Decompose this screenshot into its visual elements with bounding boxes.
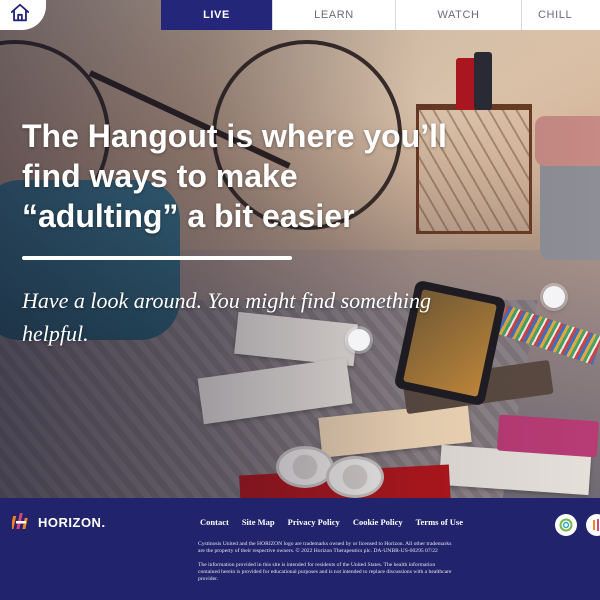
horizon-logo[interactable]: HORIZON. [12,512,106,532]
footer-link-contact[interactable]: Contact [200,517,229,527]
legal-trademark-text: Cystinosis United and the HORIZON logo a… [198,541,452,554]
horizon-mark-icon [593,519,599,531]
hotspot-button[interactable] [543,286,565,308]
tab-chill[interactable]: CHILL [522,0,600,30]
footer-link-privacy-policy[interactable]: Privacy Policy [288,517,340,527]
tab-live[interactable]: LIVE [161,0,273,30]
cystinosis-united-badge[interactable] [555,514,577,536]
hero-image [0,0,600,498]
ring-icon [559,518,573,532]
hotspot-button[interactable] [348,329,370,351]
home-icon [10,3,30,22]
hero-overlay [0,0,600,498]
main-nav: LIVE LEARN WATCH CHILL [161,0,600,30]
footer-link-site-map[interactable]: Site Map [242,517,275,527]
hero-divider [22,256,292,260]
footer: HORIZON. Contact Site Map Privacy Policy… [0,498,600,600]
tab-learn[interactable]: LEARN [273,0,396,30]
horizon-logo-icon [12,513,28,529]
horizon-badge[interactable] [586,514,600,536]
hero-headline: The Hangout is where you’ll find ways to… [22,118,447,234]
footer-link-cookie-policy[interactable]: Cookie Policy [353,517,403,527]
tab-watch[interactable]: WATCH [396,0,522,30]
footer-links: Contact Site Map Privacy Policy Cookie P… [200,517,476,527]
logo-text: HORIZON. [38,514,106,530]
hero-subhead: Have a look around. You might find somet… [22,288,432,346]
footer-link-terms-of-use[interactable]: Terms of Use [416,517,463,527]
legal-disclaimer-text: The information provided in this site is… [198,562,452,582]
